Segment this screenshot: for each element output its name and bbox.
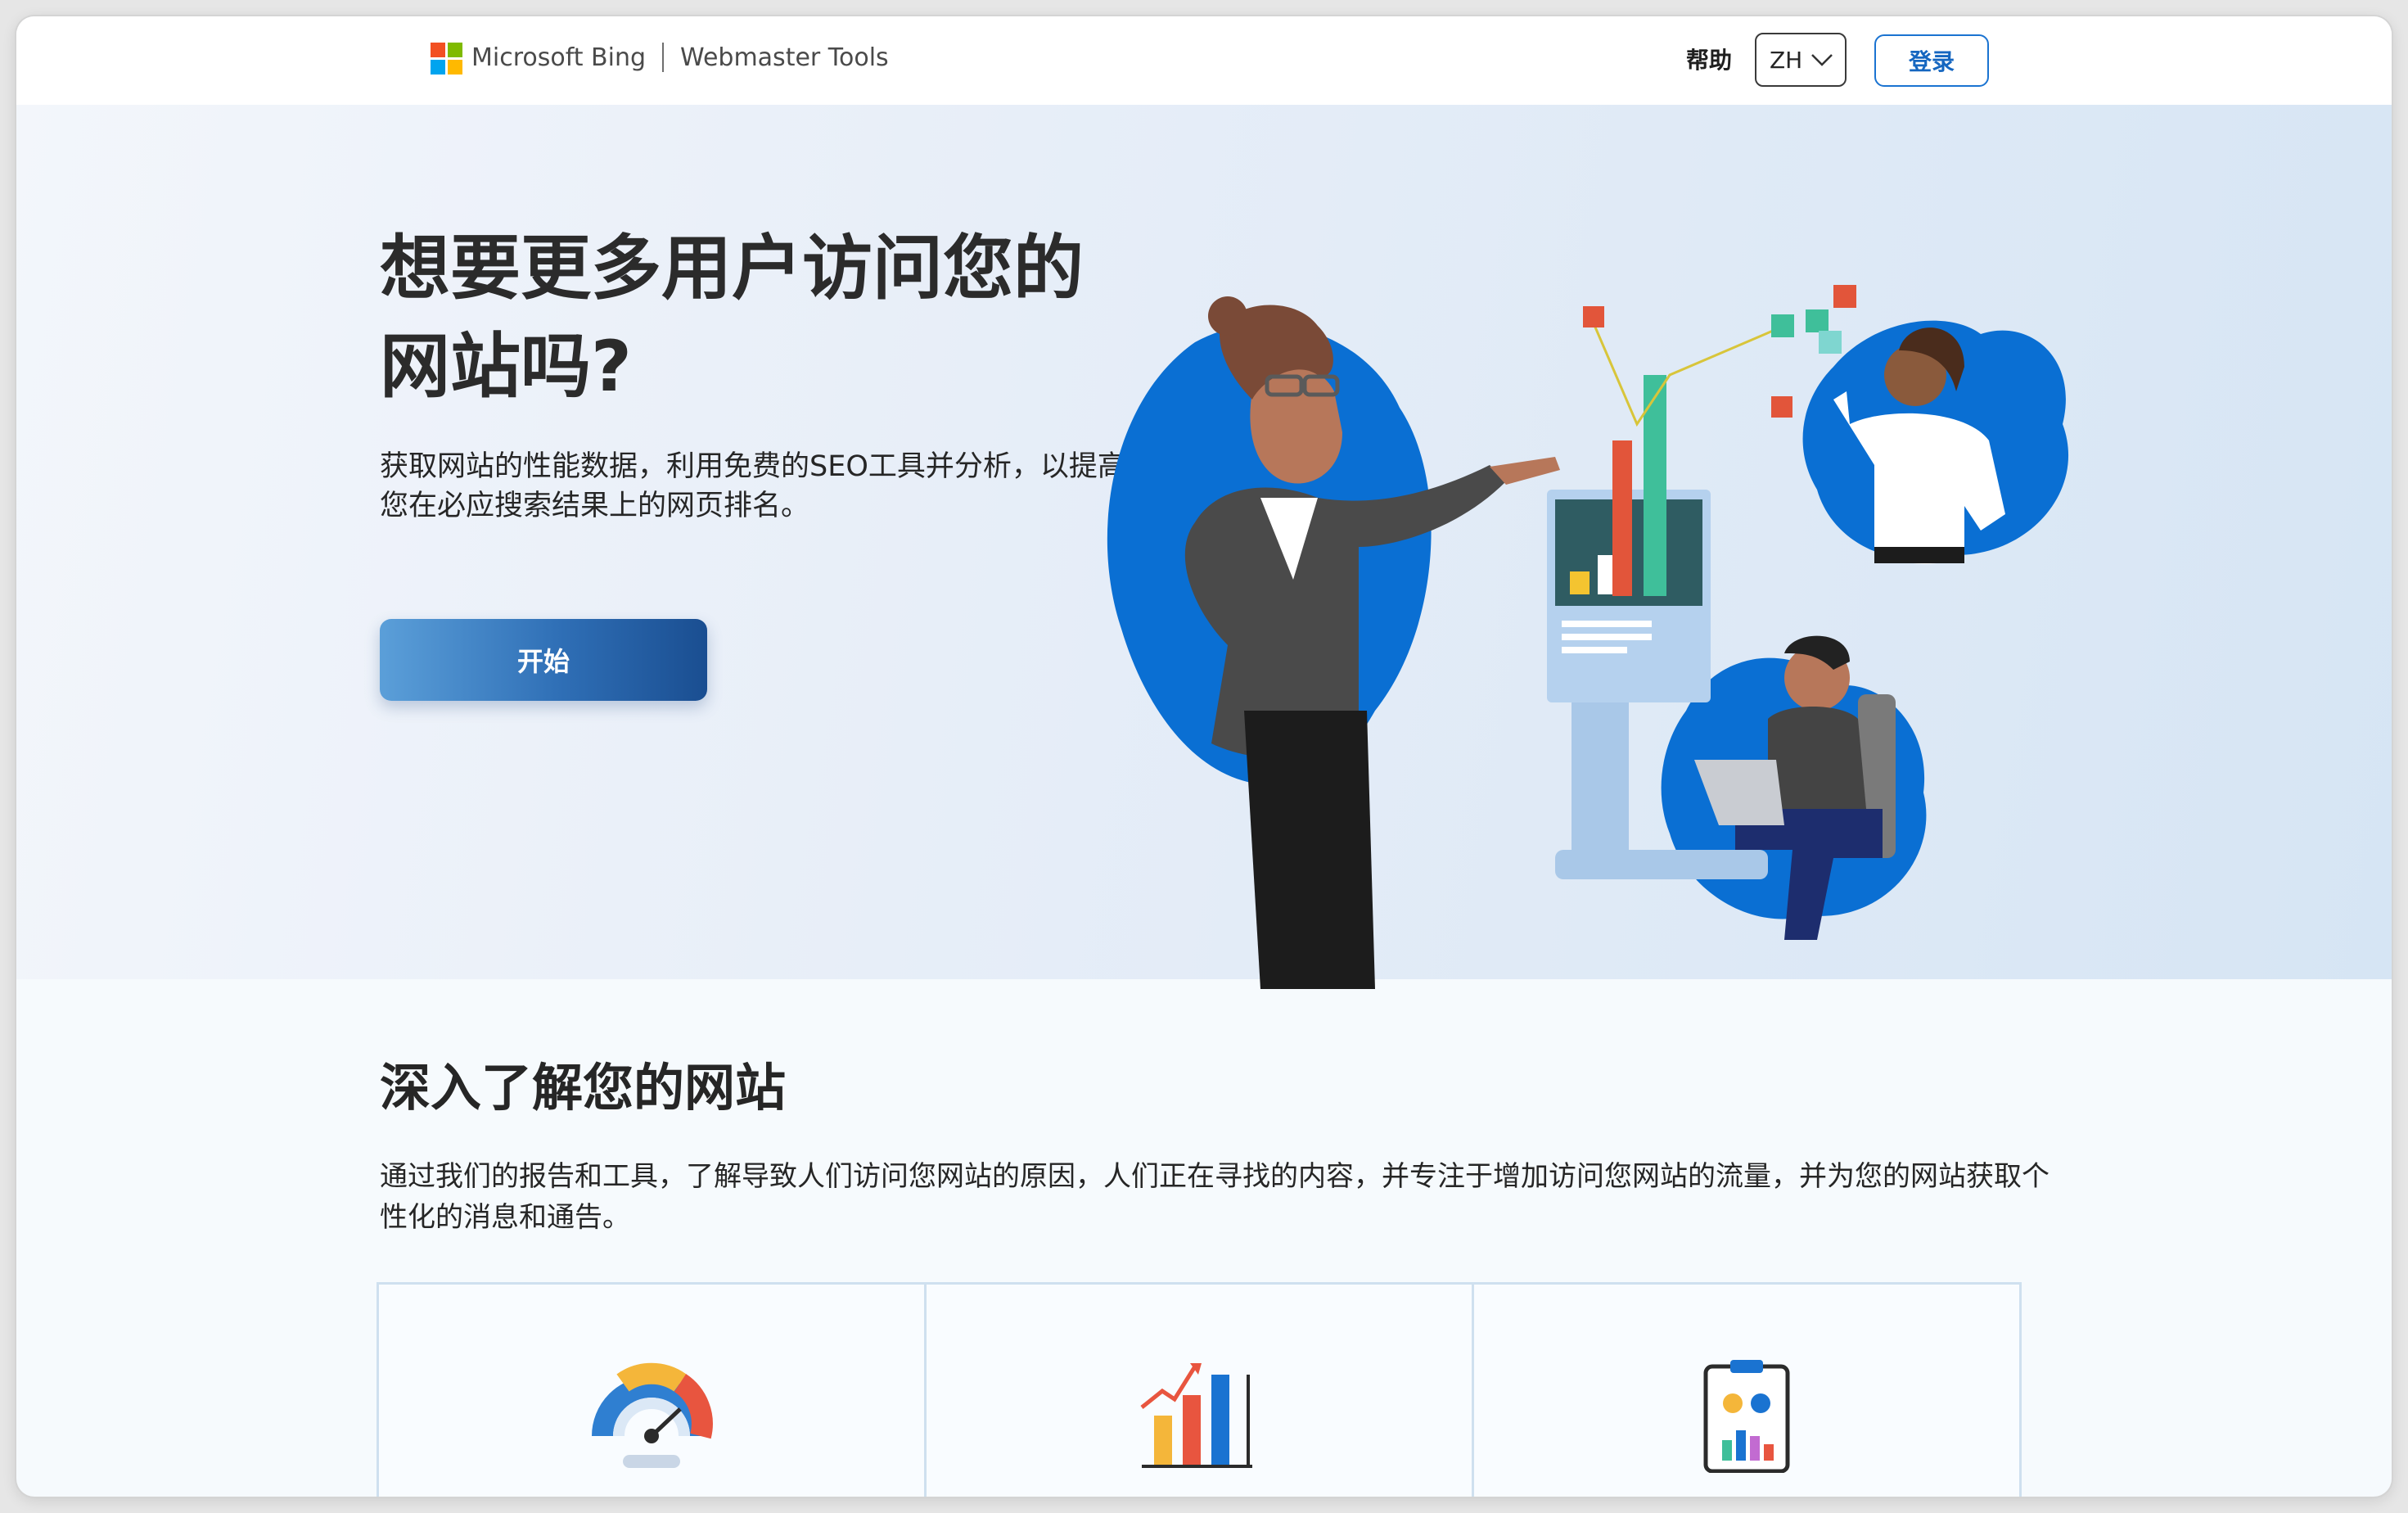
top-navigation-bar: Microsoft Bing Webmaster Tools 帮助 ZH 登录 <box>16 16 2392 106</box>
feature-card-reports[interactable] <box>927 1285 1474 1497</box>
browser-window: Microsoft Bing Webmaster Tools 帮助 ZH 登录 … <box>16 16 2392 1497</box>
hero-section: 想要更多用户访问您的网站吗? 获取网站的性能数据，利用免费的SEO工具并分析，以… <box>16 105 2392 989</box>
language-value: ZH <box>1770 46 1803 74</box>
chevron-down-icon <box>1811 54 1833 66</box>
get-started-button[interactable]: 开始 <box>380 619 707 701</box>
brand-lockup[interactable]: Microsoft Bing Webmaster Tools <box>471 43 889 72</box>
brand-name: Microsoft Bing <box>471 43 647 72</box>
insights-title: 深入了解您的网站 <box>380 1058 787 1118</box>
bar-chart-icon <box>1140 1363 1252 1468</box>
feature-card-clipboard[interactable] <box>1474 1285 2019 1497</box>
clipboard-report-icon <box>1703 1360 1790 1473</box>
insights-description: 通过我们的报告和工具，了解导致人们访问您网站的原因，人们正在寻找的内容，并专注于… <box>380 1160 2050 1234</box>
microsoft-logo-icon[interactable] <box>431 43 463 75</box>
dashboard-base <box>1555 850 1768 879</box>
product-name: Webmaster Tools <box>680 43 889 72</box>
hero-illustration <box>1107 285 2069 989</box>
help-link[interactable]: 帮助 <box>1686 43 1732 75</box>
hero-description: 获取网站的性能数据，利用免费的SEO工具并分析，以提高您在必应搜索结果上的网页排… <box>380 450 1126 522</box>
orange-bar <box>1612 440 1632 596</box>
feature-card-speed[interactable] <box>379 1285 927 1497</box>
signin-button[interactable]: 登录 <box>1874 34 1989 87</box>
feature-cards <box>377 1282 2022 1497</box>
language-selector[interactable]: ZH <box>1755 33 1847 87</box>
brand-divider <box>662 43 665 72</box>
hero-title: 想要更多用户访问您的网站吗? <box>380 228 1084 408</box>
speedometer-icon <box>592 1362 713 1468</box>
